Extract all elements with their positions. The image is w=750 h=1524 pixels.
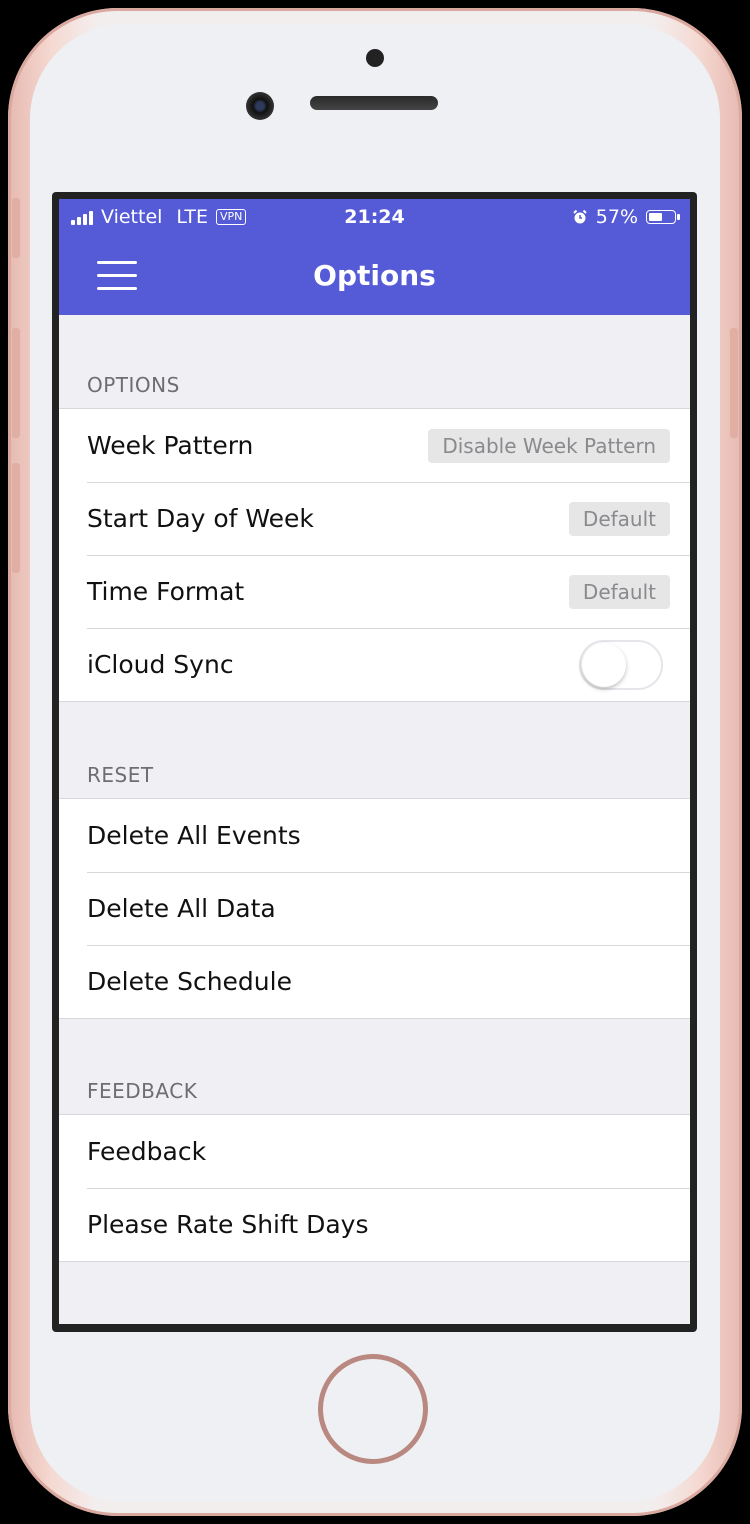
feedback-row[interactable]: Feedback <box>59 1115 690 1188</box>
time-format-value[interactable]: Default <box>568 575 670 609</box>
section-header-reset: RESET <box>87 763 154 787</box>
options-group: Week Pattern Disable Week Pattern Start … <box>59 408 690 702</box>
week-pattern-row[interactable]: Week Pattern Disable Week Pattern <box>59 409 690 482</box>
volume-up-button <box>12 328 20 438</box>
delete-all-data-row[interactable]: Delete All Data <box>59 872 690 945</box>
feedback-group: Feedback Please Rate Shift Days <box>59 1114 690 1262</box>
delete-schedule-label: Delete Schedule <box>87 967 292 996</box>
feedback-label: Feedback <box>87 1137 207 1166</box>
time-format-label: Time Format <box>87 577 245 606</box>
delete-schedule-row[interactable]: Delete Schedule <box>59 945 690 1018</box>
battery-icon <box>646 210 680 224</box>
reset-group: Delete All Events Delete All Data Delete… <box>59 798 690 1019</box>
icloud-sync-row: iCloud Sync <box>59 628 690 701</box>
page-title: Options <box>313 259 436 292</box>
section-header-feedback: FEEDBACK <box>87 1079 198 1103</box>
icloud-sync-toggle[interactable] <box>579 640 663 690</box>
section-header-options: OPTIONS <box>87 373 180 397</box>
week-pattern-value[interactable]: Disable Week Pattern <box>428 429 670 463</box>
delete-all-events-row[interactable]: Delete All Events <box>59 799 690 872</box>
home-button[interactable] <box>318 1354 428 1464</box>
delete-all-data-label: Delete All Data <box>87 894 276 923</box>
rate-app-label: Please Rate Shift Days <box>87 1210 369 1239</box>
start-day-label: Start Day of Week <box>87 504 314 533</box>
icloud-sync-label: iCloud Sync <box>87 650 234 679</box>
app-screen: Viettel LTE VPN 21:24 57% Options OPTION… <box>59 199 690 1324</box>
screen: Viettel LTE VPN 21:24 57% Options OPTION… <box>52 192 697 1332</box>
front-camera <box>246 92 274 120</box>
navigation-bar: Options <box>59 239 690 315</box>
mute-switch <box>12 198 20 258</box>
status-bar: Viettel LTE VPN 21:24 57% <box>59 199 690 239</box>
time-format-row[interactable]: Time Format Default <box>59 555 690 628</box>
start-day-value[interactable]: Default <box>568 502 670 536</box>
power-button <box>730 328 738 438</box>
week-pattern-label: Week Pattern <box>87 431 254 460</box>
start-day-row[interactable]: Start Day of Week Default <box>59 482 690 555</box>
volume-down-button <box>12 463 20 573</box>
delete-all-events-label: Delete All Events <box>87 821 301 850</box>
earpiece-speaker <box>310 96 438 110</box>
rate-app-row[interactable]: Please Rate Shift Days <box>59 1188 690 1261</box>
battery-percent: 57% <box>595 206 638 228</box>
alarm-icon <box>573 209 587 224</box>
toggle-knob <box>582 643 626 687</box>
proximity-sensor <box>366 49 384 67</box>
